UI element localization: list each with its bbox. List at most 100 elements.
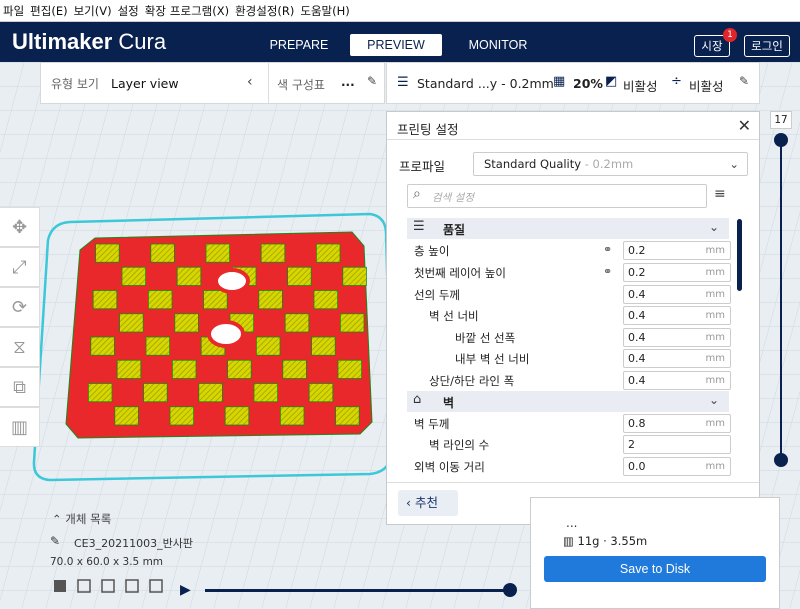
model-tile [282, 359, 307, 379]
view-type-select[interactable]: Layer view [111, 76, 179, 91]
divider [387, 139, 759, 140]
model-tile [315, 243, 341, 263]
profile-select[interactable]: Standard Quality - 0.2mm ⌄ [473, 152, 748, 176]
right-view-icon[interactable] [149, 579, 163, 593]
tab-prepare[interactable]: PREPARE [262, 34, 336, 56]
menu-view[interactable]: 보기(V) [74, 3, 112, 19]
infill-icon: ▦ [553, 74, 566, 89]
divider [268, 63, 269, 103]
menu-program[interactable]: 프로그램(X) [170, 3, 229, 19]
object-list-toggle[interactable]: ⌃ 개체 목록 [52, 511, 111, 527]
quality-icon: ☰ [413, 219, 425, 234]
path-slider-handle[interactable] [503, 583, 517, 597]
layer-number[interactable]: 17 [770, 111, 792, 129]
model-tile [171, 359, 197, 379]
menu-preferences[interactable]: 환경설정(R) [235, 3, 294, 19]
color-scheme-value[interactable]: ... [341, 75, 355, 89]
login-button[interactable]: 로그인 [744, 35, 790, 57]
profile-summary[interactable]: Standard ...y - 0.2mm [417, 76, 554, 91]
setting-value-input[interactable]: 0.4 mm [623, 349, 731, 368]
chevron-up-icon: ⌃ [52, 512, 66, 526]
tab-monitor[interactable]: MONITOR [458, 34, 538, 56]
link-icon[interactable]: ⚭ [603, 265, 612, 278]
menu-edit[interactable]: 편집(E) [30, 3, 67, 19]
view-orientation-buttons [54, 579, 163, 593]
setting-value-input[interactable]: 0.0 mm [623, 457, 731, 476]
panel-title: 프린팅 설정 [397, 122, 459, 137]
chevron-left-icon: ‹ [406, 495, 415, 510]
model-tile [311, 336, 336, 356]
model-tile [224, 406, 250, 426]
scale-tool[interactable]: ⤢ [0, 247, 40, 287]
model-tile [92, 290, 118, 310]
settings-search-input[interactable]: ⌕ 검색 설정 [407, 184, 707, 208]
adhesion-value: 비활성 [689, 79, 724, 94]
model-tile [337, 359, 363, 379]
model-tile [169, 406, 195, 426]
3d-view-icon[interactable] [54, 580, 66, 592]
settings-visibility-menu-icon[interactable]: ≡ [714, 186, 726, 202]
print-setup-bar[interactable]: ☰ Standard ...y - 0.2mm ▦ 20% ◩ 비활성 ÷ 비활… [386, 62, 760, 104]
move-icon: ✥ [11, 216, 28, 238]
menu-file[interactable]: 파일 [3, 3, 24, 19]
model-tile [150, 243, 175, 263]
pencil-icon[interactable]: ✎ [739, 74, 749, 88]
play-icon[interactable]: ▶ [180, 582, 191, 598]
setting-row: 층 높이 ⚭ 0.2 mm [387, 240, 737, 261]
model-hole [207, 320, 245, 348]
setting-row: 벽 선 너비 0.4 mm [387, 305, 737, 326]
layer-slider-track[interactable] [780, 140, 782, 460]
setting-value-input[interactable]: 0.4 mm [623, 328, 731, 347]
setting-value-input[interactable]: 0.8 mm [623, 414, 731, 433]
support-blocker-tool[interactable]: ▥ [0, 407, 40, 447]
setting-value-input[interactable]: 0.4 mm [623, 285, 731, 304]
category-quality[interactable]: ☰ 품질 ⌄ [407, 218, 729, 239]
left-view-icon[interactable] [125, 579, 139, 593]
model-tile [308, 383, 334, 403]
path-slider-track[interactable] [205, 589, 510, 592]
layer-slider-upper-handle[interactable] [774, 133, 788, 147]
settings-scrollbar[interactable] [737, 219, 742, 291]
layer-slider-lower-handle[interactable] [774, 453, 788, 467]
model-tile [260, 243, 286, 263]
top-view-icon[interactable] [101, 579, 115, 593]
setting-row: 벽 라인의 수 2 [387, 434, 737, 455]
menu-help[interactable]: 도움말(H) [300, 3, 349, 19]
move-tool[interactable]: ✥ [0, 207, 40, 247]
pencil-icon[interactable]: ✎ [367, 74, 377, 88]
model-tile [279, 406, 305, 426]
front-view-icon[interactable] [77, 579, 91, 593]
setting-value-input[interactable]: 0.4 mm [623, 306, 731, 325]
notification-badge: 1 [723, 28, 737, 42]
model-tile [114, 406, 139, 426]
menu-extensions[interactable]: 확장 [145, 3, 166, 19]
model-tile [88, 383, 113, 403]
object-name: CE3_20211003_반사판 [74, 537, 193, 550]
save-to-disk-button[interactable]: Save to Disk [544, 556, 766, 582]
setting-row: 내부 벽 선 너비 0.4 mm [387, 348, 737, 369]
mirror-tool[interactable]: ⧖ [0, 327, 40, 367]
setting-value-input[interactable]: 2 [623, 435, 731, 454]
more-dots[interactable]: ... [566, 516, 577, 530]
category-walls[interactable]: ⌂ 벽 ⌄ [407, 391, 729, 412]
tab-preview[interactable]: PREVIEW [350, 34, 442, 56]
rotate-tool[interactable]: ⟳ [0, 287, 40, 327]
search-icon: ⌕ [413, 186, 421, 202]
view-type-label: 유형 보기 [51, 76, 99, 91]
chevron-left-icon[interactable]: ‹ [247, 74, 253, 90]
setting-value-input[interactable]: 0.4 mm [623, 371, 731, 390]
print-estimate: ▥ 11g · 3.55m [563, 534, 648, 548]
support-icon: ◩ [605, 74, 618, 89]
object-dimensions: 70.0 x 60.0 x 3.5 mm [50, 556, 164, 568]
setting-value-input[interactable]: 0.2 mm [623, 263, 731, 282]
close-icon[interactable]: ✕ [738, 116, 751, 135]
mirror-icon: ⧖ [13, 336, 26, 358]
setting-row: 선의 두께 0.4 mm [387, 284, 737, 305]
setting-value-input[interactable]: 0.2 mm [623, 241, 731, 260]
per-model-settings-tool[interactable]: ⧉ [0, 367, 40, 407]
model-tile [145, 336, 171, 356]
menu-settings[interactable]: 설정 [118, 3, 139, 19]
recommended-button[interactable]: ‹ 추천 [398, 490, 458, 516]
link-icon[interactable]: ⚭ [603, 243, 612, 256]
model-tile [335, 406, 360, 426]
